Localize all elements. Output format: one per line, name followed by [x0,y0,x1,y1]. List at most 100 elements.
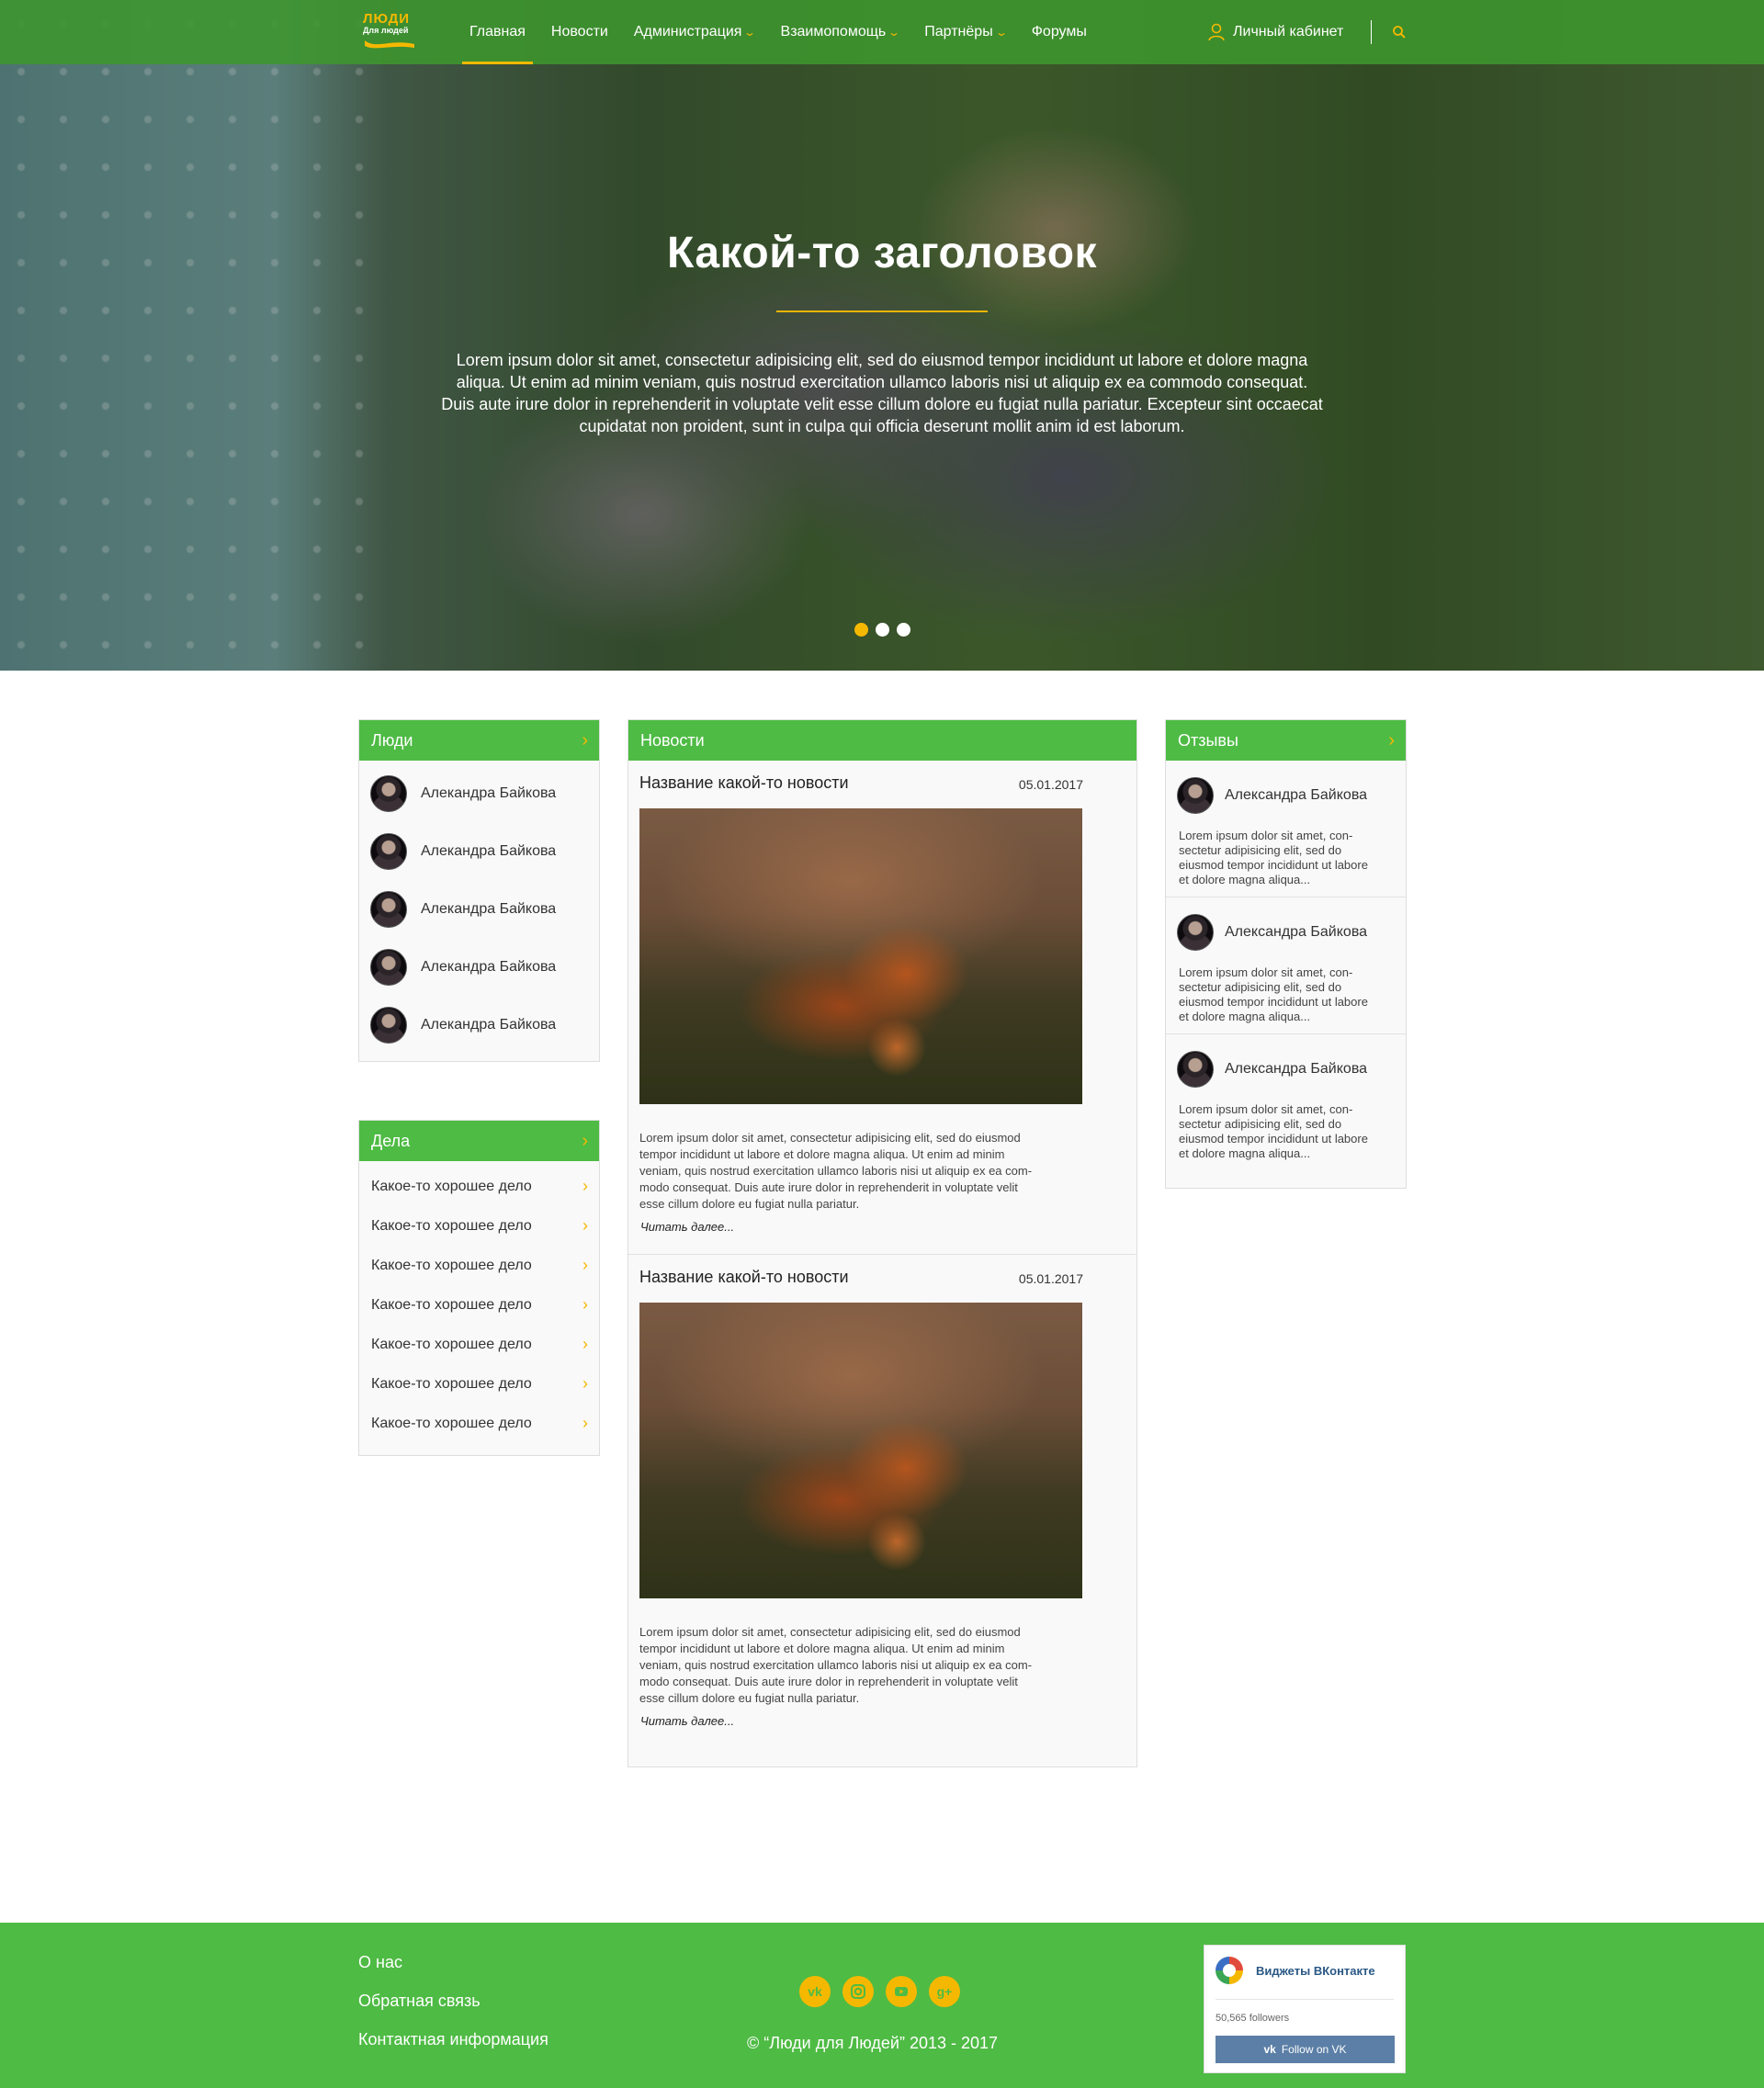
reviews-list: Александра Байкова Lorem ipsum dolor sit … [1166,761,1406,1171]
people-panel-title: Люди [371,730,413,750]
footer-link-feedback[interactable]: Обратная связь [358,1992,481,2011]
google-plus-icon[interactable]: g+ [929,1976,960,2007]
chevron-down-icon: ⌄ [888,26,901,39]
nav-divider [1371,20,1372,44]
nav-item-1[interactable]: Новости [538,0,621,64]
chevron-right-icon: › [582,1335,588,1353]
slider-dot-3[interactable] [896,623,910,637]
vk-follow-label: Follow on VK [1281,2043,1347,2056]
read-more-link[interactable]: Читать далее... [640,1714,734,1728]
deed-item[interactable]: Какое-то хорошее дело › [359,1404,599,1443]
reviews-panel-header[interactable]: Отзывы › [1166,720,1406,761]
people-panel-header[interactable]: Люди › [359,720,599,761]
slider-pagination [0,623,1764,637]
person-name: Алекандра Байкова [421,784,557,801]
news-excerpt-line: tempor incididunt ut labore et dolore ma… [639,1642,1005,1655]
person-item[interactable]: Алекандра Байкова [359,996,599,1054]
review-text-line: eiusmod tempor incididunt ut labore [1179,995,1368,1009]
news-title[interactable]: Название какой-то новости [639,1268,849,1287]
nav-item-label: Взаимопомощь [780,24,887,40]
review-text-line: Lorem ipsum dolor sit amet, con- [1179,829,1353,842]
deed-item[interactable]: Какое-то хорошее дело › [359,1325,599,1364]
deeds-panel-header[interactable]: Дела › [359,1121,599,1161]
footer-link-contacts[interactable]: Контактная информация [358,2030,548,2049]
nav-item-2[interactable]: Администрация ⌄ [621,0,768,64]
review-author[interactable]: Александра Байкова [1225,1061,1367,1078]
review-text-line: Lorem ipsum dolor sit amet, con- [1179,965,1353,979]
slider-dot-1[interactable] [854,623,868,637]
deed-label: Какое-то хорошее дело [371,1375,532,1392]
deed-item[interactable]: Какое-то хорошее дело › [359,1364,599,1404]
reviews-panel: Отзывы › Александра Байкова Lorem ipsum d… [1165,719,1407,1189]
person-item[interactable]: Алекандра Байкова [359,880,599,938]
vk-icon[interactable]: vk [799,1976,831,2007]
instagram-icon[interactable] [842,1976,874,2007]
footer-link-about[interactable]: О нас [358,1953,402,1972]
review-text-line: eiusmod tempor incididunt ut labore [1179,1132,1368,1146]
nav-item-5[interactable]: Форумы [1019,0,1100,64]
avatar [370,1006,407,1044]
news-panel-header[interactable]: Новости [628,720,1136,761]
vk-widget-divider [1216,1999,1394,2000]
review-text-line: et dolore magna aliqua... [1179,1146,1311,1160]
review-text: Lorem ipsum dolor sit amet, con-sectetur… [1179,965,1399,1024]
deed-item[interactable]: Какое-то хорошее дело › [359,1246,599,1285]
chevron-right-icon: › [582,1216,588,1235]
search-icon[interactable] [1391,24,1408,40]
person-name: Алекандра Байкова [421,958,557,975]
slider-dot-2[interactable] [875,623,889,637]
chevron-right-icon: › [1388,729,1395,751]
account-link[interactable]: Личный кабинет [1207,0,1343,64]
chevron-right-icon: › [582,1256,588,1274]
news-excerpt-line: veniam, quis nostrud exercitation ullamc… [639,1658,1033,1672]
read-more-link[interactable]: Читать далее... [640,1220,734,1234]
social-links: vk g+ [799,1976,960,2007]
review-item: Александра Байкова Lorem ipsum dolor sit … [1166,897,1406,1034]
youtube-icon[interactable] [886,1976,917,2007]
news-excerpt-line: esse cillum dolore eu fugiat nulla paria… [639,1197,860,1211]
chevron-right-icon: › [582,1130,588,1151]
person-item[interactable]: Алекандра Байкова [359,822,599,880]
deed-item[interactable]: Какое-то хорошее дело › [359,1206,599,1246]
news-excerpt-line: modo consequat. Duis aute irure dolor in… [639,1180,1018,1194]
deed-item[interactable]: Какое-то хорошее дело › [359,1167,599,1206]
vk-logo-icon: vk [1263,2043,1276,2056]
logo-title: ЛЮДИ [363,11,411,27]
chevron-down-icon: ⌄ [743,26,757,39]
avatar [370,890,407,928]
chevron-right-icon: › [582,1295,588,1314]
logo-wave-icon [365,40,414,49]
news-title[interactable]: Название какой-то новости [639,773,849,793]
person-item[interactable]: Алекандра Байкова [359,938,599,996]
nav-item-label: Администрация [633,24,742,40]
main-menu: Главная Новости Администрация ⌄ Взаимопомощь… [457,0,1100,64]
review-text-line: sectetur adipisicing elit, sed do [1179,843,1342,857]
people-list: Алекандра Байкова Алекандра Байкова Алекан… [359,761,599,1054]
person-item[interactable]: Алекандра Байкова [359,764,599,822]
avatar [370,832,407,870]
news-list: Название какой-то новости 05.01.2017 Lorem… [628,761,1136,1763]
deed-label: Какое-то хорошее дело [371,1336,532,1352]
news-image[interactable] [639,1303,1082,1598]
vk-follow-button[interactable]: vk Follow on VK [1216,2036,1395,2063]
news-panel-title: Новости [640,730,705,750]
vk-widgets-logo-icon [1216,1957,1243,1984]
review-text-line: Lorem ipsum dolor sit amet, con- [1179,1102,1353,1116]
vk-widget-title[interactable]: Виджеты ВКонтакте [1256,1964,1375,1978]
site-logo[interactable]: ЛЮДИ Для людей [363,11,416,53]
deed-item[interactable]: Какое-то хорошее дело › [359,1285,599,1325]
user-icon [1208,23,1225,41]
nav-item-4[interactable]: Партнёры ⌄ [911,0,1018,64]
nav-item-label: Партнёры [924,24,993,40]
review-author[interactable]: Александра Байкова [1225,787,1367,804]
vk-widget: Виджеты ВКонтакте 50,565 followers vk Fo… [1204,1945,1406,2073]
person-name: Алекандра Байкова [421,900,557,917]
nav-item-0[interactable]: Главная [457,0,538,64]
news-excerpt-line: modo consequat. Duis aute irure dolor in… [639,1675,1018,1688]
review-author[interactable]: Александра Байкова [1225,924,1367,941]
review-text: Lorem ipsum dolor sit amet, con-sectetur… [1179,829,1399,887]
avatar [1177,777,1214,814]
nav-item-label: Главная [469,24,526,40]
nav-item-3[interactable]: Взаимопомощь ⌄ [768,0,912,64]
news-image[interactable] [639,808,1082,1104]
